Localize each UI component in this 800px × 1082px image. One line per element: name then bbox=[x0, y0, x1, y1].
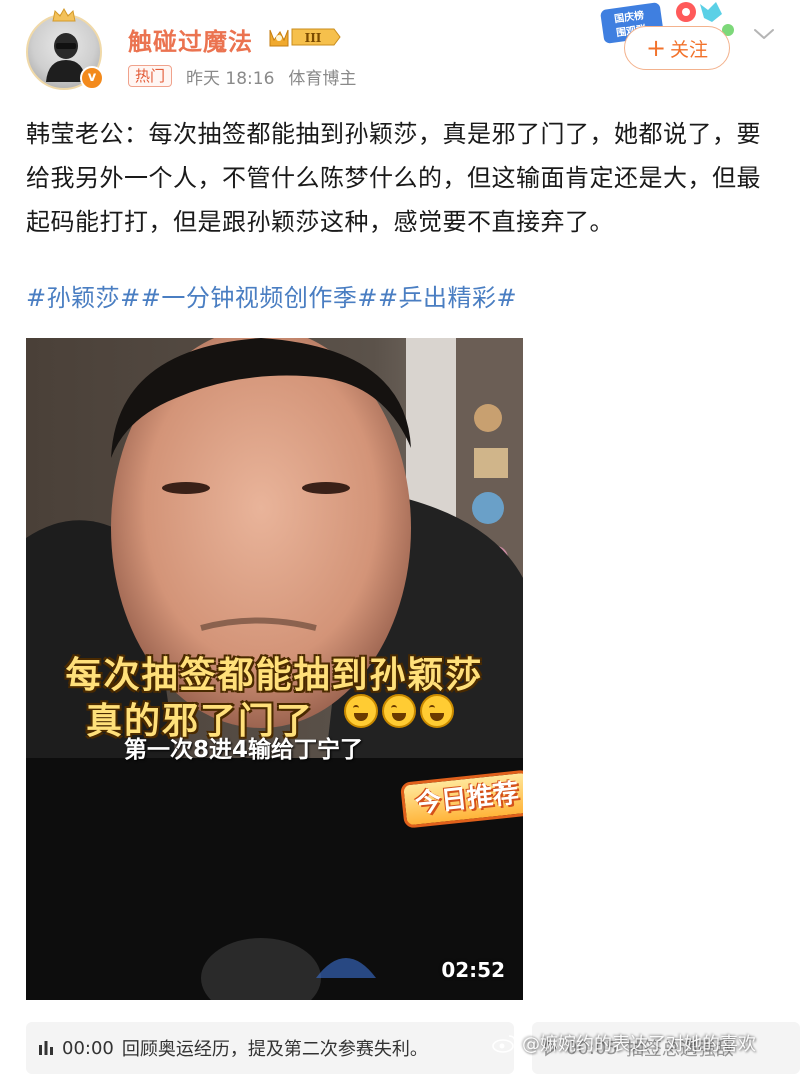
chapter-chip[interactable]: 00:00 回顾奥运经历，提及第二次参赛失利。 bbox=[26, 1022, 514, 1074]
video-subtitle: 第一次8进4输给丁宁了 bbox=[124, 737, 364, 763]
author-title: 体育博主 bbox=[288, 68, 357, 89]
avatar-frame-crown-icon bbox=[52, 8, 76, 22]
hashtag-row: #孙颖莎##一分钟视频创作季##乒出精彩# bbox=[26, 278, 517, 313]
follow-label: 关注 bbox=[670, 38, 709, 61]
weibo-logo-icon bbox=[492, 1035, 516, 1053]
laugh-cry-emoji-icon bbox=[382, 694, 416, 728]
post-meta: 热门 昨天 18:16 体育博主 bbox=[128, 64, 357, 89]
post-header: v 触碰过魔法 III 热门 昨天 18:16 体育博主 国庆榜 围观群 + 关… bbox=[0, 0, 800, 100]
laugh-cry-emoji-icon bbox=[420, 694, 454, 728]
laugh-cry-emoji-icon bbox=[344, 694, 378, 728]
chevron-down-icon[interactable] bbox=[752, 24, 776, 44]
hashtag-link[interactable]: #乒出精彩# bbox=[378, 284, 517, 312]
hashtag-link[interactable]: #一分钟视频创作季# bbox=[141, 284, 378, 312]
follow-button[interactable]: + 关注 bbox=[624, 26, 730, 70]
video-duration: 02:52 bbox=[441, 958, 505, 982]
laugh-cry-emojis bbox=[344, 694, 454, 728]
chapter-text: 回顾奥运经历，提及第二次参赛失利。 bbox=[121, 1039, 428, 1060]
watermark: @嫲婉约的表达了对她的喜欢 bbox=[492, 1030, 756, 1056]
video-player[interactable]: 每次抽签都能抽到孙颖莎 真的邪了门了 第一次8进4输给丁宁了 今日推荐 02:5… bbox=[26, 338, 523, 1000]
username[interactable]: 触碰过魔法 bbox=[128, 22, 253, 57]
chapter-time: 00:00 bbox=[62, 1037, 114, 1059]
audio-bars-icon bbox=[39, 1041, 53, 1055]
avatar[interactable]: v bbox=[26, 8, 104, 90]
post-time: 昨天 18:16 bbox=[186, 68, 275, 89]
hashtag-link[interactable]: #孙颖莎# bbox=[26, 284, 141, 312]
post-body-text: 韩莹老公：每次抽签都能抽到孙颖莎，真是邪了门了，她都说了，要给我另外一个人，不管… bbox=[26, 120, 761, 236]
plus-icon: + bbox=[645, 34, 667, 62]
vip-level-text: III bbox=[305, 31, 322, 45]
watermark-text: @嫲婉约的表达了对她的喜欢 bbox=[522, 1034, 756, 1055]
hot-tag: 热门 bbox=[128, 65, 173, 87]
verified-badge: v bbox=[80, 66, 104, 90]
vip-level-badge: III bbox=[269, 28, 341, 47]
video-caption-line1: 每次抽签都能抽到孙颖莎 bbox=[65, 654, 484, 696]
